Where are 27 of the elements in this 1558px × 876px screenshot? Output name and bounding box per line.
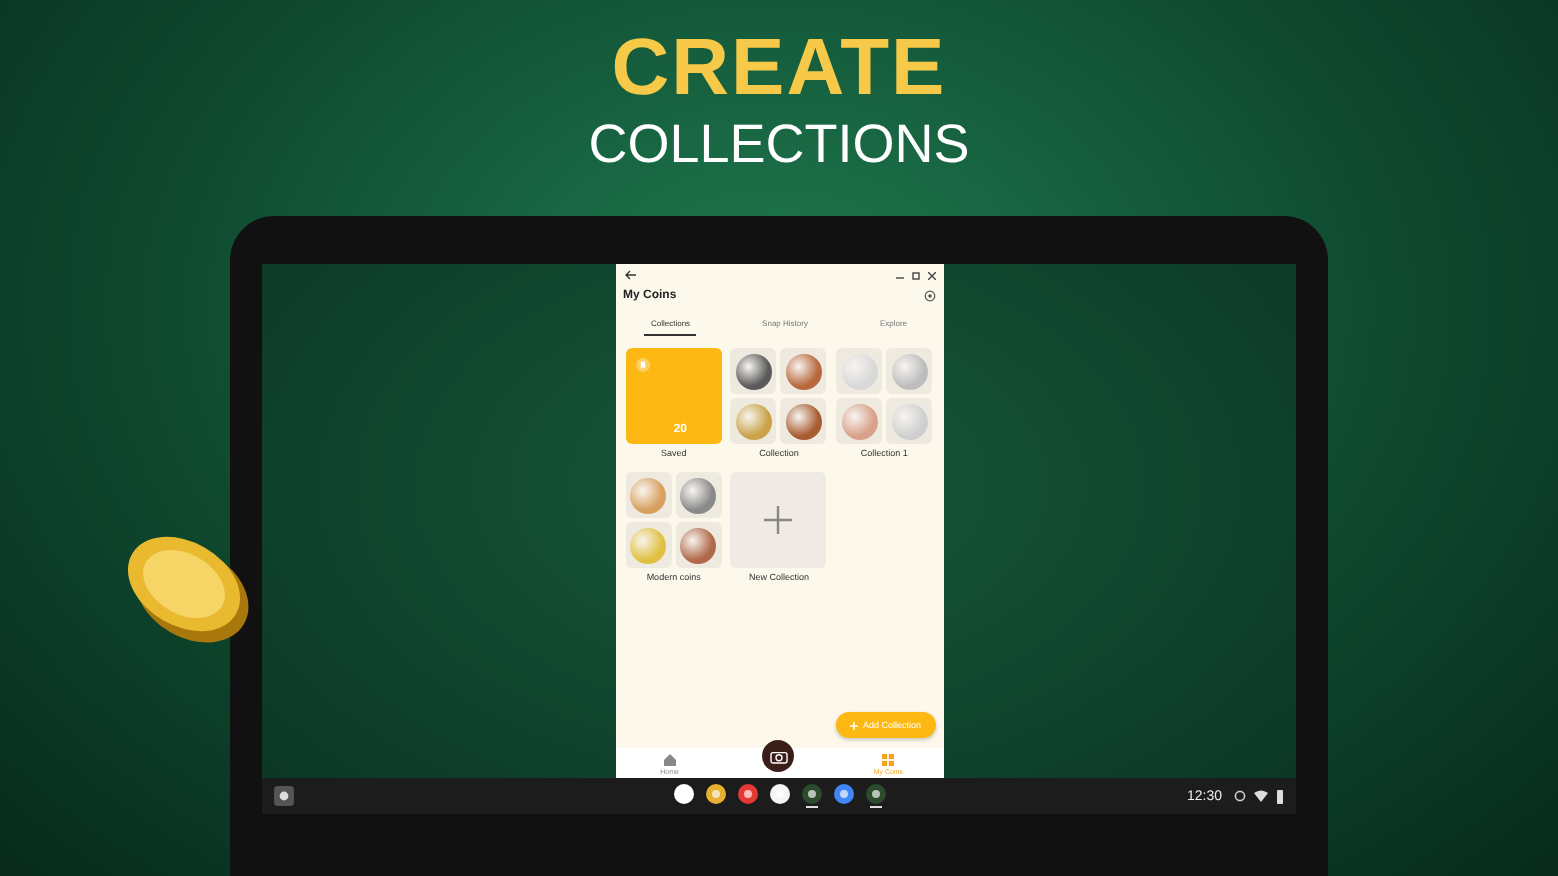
home-icon xyxy=(663,754,676,766)
headline-title: CREATE xyxy=(611,24,947,112)
camera-icon xyxy=(769,749,788,763)
app-icon[interactable] xyxy=(674,784,695,804)
app-icon[interactable] xyxy=(802,784,823,804)
coin-thumbnails[interactable] xyxy=(730,348,827,444)
bookmark-icon xyxy=(635,358,650,372)
app-icon[interactable] xyxy=(866,784,887,804)
plus-icon xyxy=(764,506,793,534)
battery-icon[interactable] xyxy=(1276,789,1284,803)
coin-thumbnails[interactable] xyxy=(625,472,722,568)
app-icon[interactable] xyxy=(738,784,759,804)
coin-thumbnails[interactable] xyxy=(836,348,933,444)
settings-icon[interactable] xyxy=(923,290,935,302)
app-icon[interactable] xyxy=(706,784,727,804)
launcher-icon[interactable] xyxy=(274,786,294,806)
maximize-icon[interactable] xyxy=(911,271,919,279)
grid-icon xyxy=(882,754,895,766)
wifi-icon[interactable] xyxy=(1254,790,1268,802)
close-icon[interactable] xyxy=(927,271,935,279)
app-icon[interactable] xyxy=(834,784,855,804)
headline-subtitle: COLLECTIONS xyxy=(588,112,970,176)
plus-icon xyxy=(850,721,859,729)
back-arrow-icon[interactable] xyxy=(623,270,635,280)
app-icon[interactable] xyxy=(770,784,791,804)
minimize-icon[interactable] xyxy=(895,271,903,279)
camera-button[interactable] xyxy=(762,740,795,772)
